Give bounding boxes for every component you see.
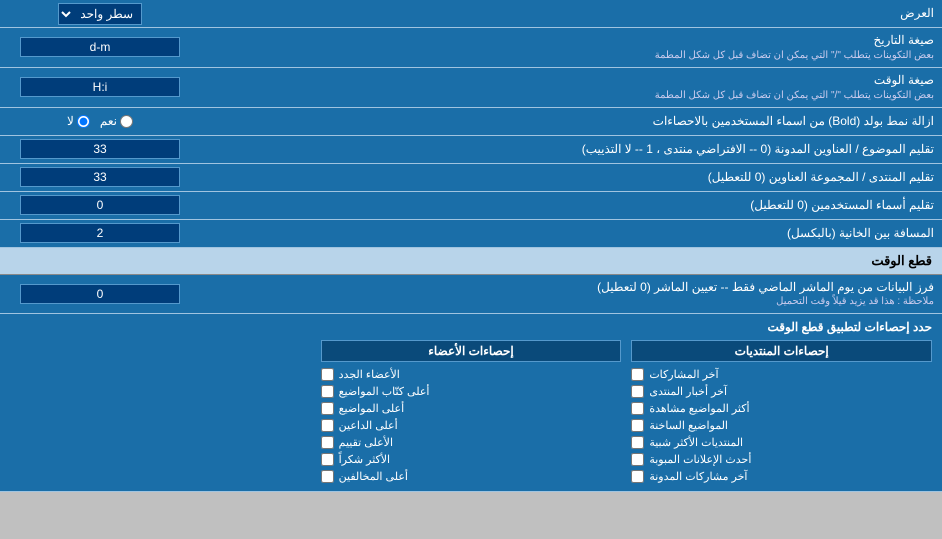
list-item: الأكثر شكراً — [321, 451, 622, 468]
display-mode-label: العرض — [200, 0, 942, 27]
stats-col-posts: إحصاءات المنتديات آخر المشاركات آخر أخبا… — [631, 340, 932, 485]
list-item: أعلى الداعين — [321, 417, 622, 434]
entry-spacing-value[interactable] — [0, 220, 200, 247]
checkbox-most-thanked[interactable] — [321, 453, 334, 466]
checkbox-highest-rated[interactable] — [321, 436, 334, 449]
cutoff-days-row: فرز البيانات من يوم الماشر الماضي فقط --… — [0, 275, 942, 315]
stats-col-members: إحصاءات الأعضاء الأعضاء الجدد أعلى كتّاب… — [321, 340, 622, 485]
cutoff-days-value[interactable] — [0, 275, 200, 314]
date-format-input[interactable] — [20, 37, 180, 57]
stats-col-empty — [10, 340, 311, 485]
entry-spacing-input[interactable] — [20, 223, 180, 243]
bold-radio-group: نعم لا — [67, 114, 133, 128]
cutoff-days-label: فرز البيانات من يوم الماشر الماضي فقط --… — [200, 275, 942, 314]
list-item: آخر أخبار المنتدى — [631, 383, 932, 400]
forum-header-trim-value[interactable] — [0, 164, 200, 191]
checkbox-forum-news[interactable] — [631, 385, 644, 398]
time-format-input[interactable] — [20, 77, 180, 97]
time-format-label: صيغة الوقت بعض التكوينات يتطلب "/" التي … — [200, 68, 942, 107]
time-format-row: صيغة الوقت بعض التكوينات يتطلب "/" التي … — [0, 68, 942, 108]
checkbox-most-popular-forums[interactable] — [631, 436, 644, 449]
checkbox-new-members[interactable] — [321, 368, 334, 381]
display-mode-row: العرض سطر واحد سطران ثلاثة أسطر — [0, 0, 942, 28]
list-item: الأعلى تقييم — [321, 434, 622, 451]
bold-radio-yes-label[interactable]: نعم — [100, 114, 133, 128]
time-format-value[interactable] — [0, 68, 200, 107]
date-format-value[interactable] — [0, 28, 200, 67]
checkbox-top-posters[interactable] — [321, 385, 334, 398]
stats-header-label: حدد إحصاءات لتطبيق قطع الوقت — [10, 320, 932, 334]
list-item: أكثر المواضيع مشاهدة — [631, 400, 932, 417]
checkbox-most-viewed[interactable] — [631, 402, 644, 415]
stats-col-members-header: إحصاءات الأعضاء — [321, 340, 622, 362]
forum-header-trim-label: تقليم المنتدى / المجموعة العناوين (0 للت… — [200, 164, 942, 191]
stats-header-row: حدد إحصاءات لتطبيق قطع الوقت — [10, 320, 932, 334]
forum-header-trim-input[interactable] — [20, 167, 180, 187]
display-mode-select[interactable]: سطر واحد سطران ثلاثة أسطر — [58, 3, 142, 25]
list-item: أحدث الإعلانات المبوبة — [631, 451, 932, 468]
entry-spacing-row: المسافة بين الخانية (بالبكسل) — [0, 220, 942, 248]
list-item: المواضيع الساخنة — [631, 417, 932, 434]
topic-title-trim-row: تقليم الموضوع / العناوين المدونة (0 -- ا… — [0, 136, 942, 164]
list-item: أعلى كتّاب المواضيع — [321, 383, 622, 400]
cutoff-days-input[interactable] — [20, 284, 180, 304]
bold-radio-no-label[interactable]: لا — [67, 114, 90, 128]
entry-spacing-label: المسافة بين الخانية (بالبكسل) — [200, 220, 942, 247]
stats-columns: إحصاءات المنتديات آخر المشاركات آخر أخبا… — [10, 340, 932, 485]
bold-remove-row: ازالة نمط بولد (Bold) من اسماء المستخدمي… — [0, 108, 942, 136]
topic-title-trim-label: تقليم الموضوع / العناوين المدونة (0 -- ا… — [200, 136, 942, 163]
usernames-trim-label: تقليم أسماء المستخدمين (0 للتعطيل) — [200, 192, 942, 219]
checkbox-latest-classifieds[interactable] — [631, 453, 644, 466]
stats-col-posts-header: إحصاءات المنتديات — [631, 340, 932, 362]
bold-remove-value: نعم لا — [0, 108, 200, 135]
checkbox-top-threads[interactable] — [321, 402, 334, 415]
main-container: العرض سطر واحد سطران ثلاثة أسطر صيغة الت… — [0, 0, 942, 492]
usernames-trim-input[interactable] — [20, 195, 180, 215]
topic-title-trim-value[interactable] — [0, 136, 200, 163]
checkbox-top-referrers[interactable] — [321, 419, 334, 432]
checkbox-last-blog-posts[interactable] — [631, 470, 644, 483]
checkbox-last-posts[interactable] — [631, 368, 644, 381]
list-item: آخر المشاركات — [631, 366, 932, 383]
bold-radio-no[interactable] — [77, 115, 90, 128]
usernames-trim-value[interactable] — [0, 192, 200, 219]
list-item: آخر مشاركات المدونة — [631, 468, 932, 485]
list-item: الأعضاء الجدد — [321, 366, 622, 383]
display-mode-value[interactable]: سطر واحد سطران ثلاثة أسطر — [0, 0, 200, 27]
forum-header-trim-row: تقليم المنتدى / المجموعة العناوين (0 للت… — [0, 164, 942, 192]
list-item: أعلى المخالفين — [321, 468, 622, 485]
date-format-label: صيغة التاريخ بعض التكوينات يتطلب "/" الت… — [200, 28, 942, 67]
bold-remove-label: ازالة نمط بولد (Bold) من اسماء المستخدمي… — [200, 108, 942, 135]
list-item: المنتديات الأكثر شبية — [631, 434, 932, 451]
bold-radio-yes[interactable] — [120, 115, 133, 128]
cutoff-section-header: قطع الوقت — [0, 248, 942, 275]
date-format-row: صيغة التاريخ بعض التكوينات يتطلب "/" الت… — [0, 28, 942, 68]
checkbox-top-infractors[interactable] — [321, 470, 334, 483]
checkbox-hot-topics[interactable] — [631, 419, 644, 432]
topic-title-trim-input[interactable] — [20, 139, 180, 159]
list-item: أعلى المواضيع — [321, 400, 622, 417]
usernames-trim-row: تقليم أسماء المستخدمين (0 للتعطيل) — [0, 192, 942, 220]
stats-section: حدد إحصاءات لتطبيق قطع الوقت إحصاءات الم… — [0, 314, 942, 492]
